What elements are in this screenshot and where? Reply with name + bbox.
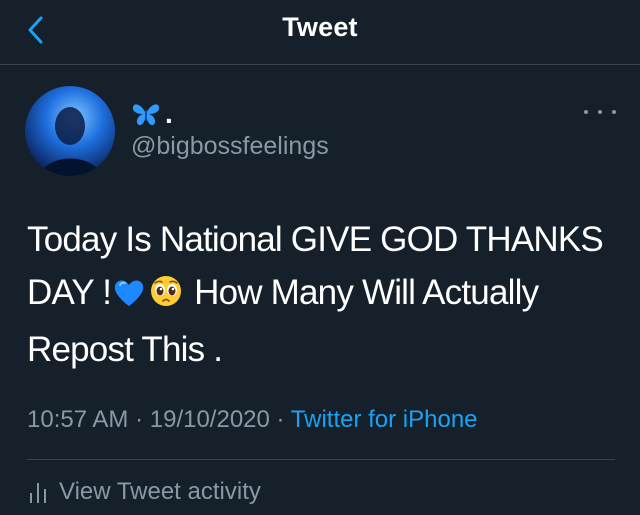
tweet-date: 19/10/2020 [149, 406, 270, 433]
more-options-button[interactable] [584, 104, 616, 120]
username-handle[interactable]: @bigbossfeelings [131, 132, 329, 161]
page-title: Tweet [282, 12, 358, 42]
tweet-source-link[interactable]: Twitter for iPhone [291, 406, 478, 433]
tweet-time: 10:57 AM [27, 406, 129, 433]
tweet-meta: 10:57 AM · 19/10/2020 · Twitter for iPho… [27, 406, 478, 434]
display-name-text: . [165, 98, 173, 129]
avatar-image [25, 86, 115, 176]
view-tweet-activity-button[interactable]: View Tweet activity [27, 474, 261, 510]
blue-heart-icon [113, 270, 145, 323]
meta-separator: · [135, 406, 144, 433]
bar-chart-icon [30, 483, 46, 503]
meta-separator: · [276, 406, 285, 433]
tweet-text: Today Is National GIVE GOD THANKS DAY ! … [27, 213, 617, 376]
top-bar: Tweet [0, 0, 640, 65]
more-dot [598, 110, 602, 114]
divider [27, 459, 615, 460]
more-dot [612, 110, 616, 114]
avatar[interactable] [25, 86, 115, 176]
view-tweet-activity-label: View Tweet activity [59, 478, 261, 505]
butterfly-icon [132, 104, 160, 126]
pleading-face-icon [149, 270, 183, 323]
display-name[interactable]: . [131, 98, 173, 130]
more-dot [584, 110, 588, 114]
